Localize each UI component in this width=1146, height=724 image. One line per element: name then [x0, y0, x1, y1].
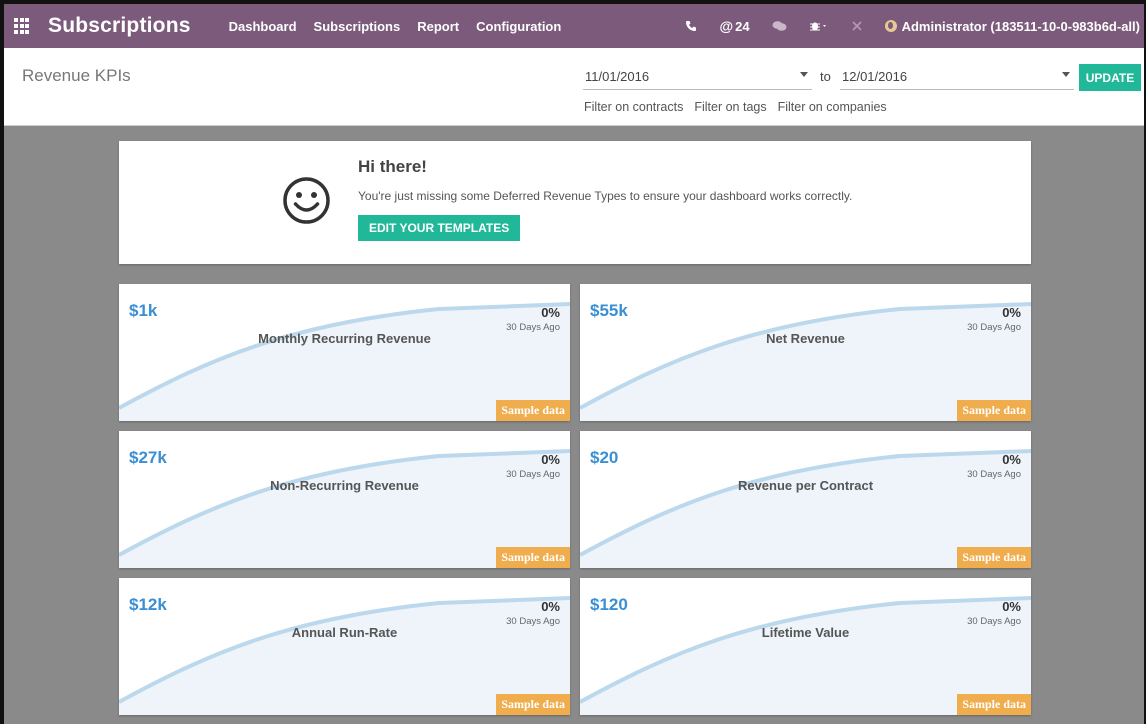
user-name: Administrator (183511-10-0-983b6d-all): [901, 18, 1140, 34]
menu-configuration[interactable]: Configuration: [476, 19, 561, 34]
kpi-period: 30 Days Ago: [506, 322, 560, 333]
sample-data-badge: Sample data: [957, 694, 1031, 715]
chevron-down-icon: [1062, 72, 1070, 77]
kpi-name: Lifetime Value: [761, 625, 850, 640]
menu-dashboard[interactable]: Dashboard: [229, 19, 297, 34]
kpi-percent: 0%: [1002, 305, 1021, 320]
mention-counter: 24: [735, 18, 750, 34]
edit-templates-button[interactable]: EDIT YOUR TEMPLATES: [358, 215, 521, 241]
tools-icon[interactable]: [851, 20, 863, 32]
at-sign-icon: @: [719, 18, 734, 34]
greeting-message: You're just missing some Deferred Revenu…: [358, 189, 853, 203]
to-label: to: [820, 69, 831, 84]
kpi-period: 30 Days Ago: [506, 616, 560, 627]
kpi-name: Monthly Recurring Revenue: [258, 331, 431, 346]
date-from-value: 11/01/2016: [585, 69, 650, 84]
control-panel: Revenue KPIs 11/01/2016 to 12/01/2016 UP…: [4, 48, 1144, 126]
filter-links: Filter on contracts Filter on tags Filte…: [584, 100, 898, 114]
app-brand: Subscriptions: [48, 14, 191, 37]
kpi-value: $55k: [590, 301, 628, 320]
kpi-percent: 0%: [1002, 599, 1021, 614]
kpi-card-lifetime-value[interactable]: $120 Lifetime Value 0% 30 Days Ago Sampl…: [580, 578, 1031, 715]
dashboard-area: Hi there! You're just missing some Defer…: [4, 126, 1144, 724]
setup-warning-card: Hi there! You're just missing some Defer…: [119, 141, 1031, 264]
kpi-card-monthly-recurring-revenue[interactable]: $1k Monthly Recurring Revenue 0% 30 Days…: [119, 284, 570, 421]
kpi-value: $27k: [129, 448, 167, 467]
bug-icon[interactable]: [809, 20, 829, 32]
mentions-indicator[interactable]: @ 24: [719, 18, 749, 34]
smiley-icon: [283, 177, 330, 224]
date-to-select[interactable]: 12/01/2016: [840, 68, 1074, 90]
kpi-period: 30 Days Ago: [967, 616, 1021, 627]
kpi-percent: 0%: [541, 452, 560, 467]
chat-bubbles-icon[interactable]: [772, 20, 787, 32]
filter-contracts-link[interactable]: Filter on contracts: [584, 100, 683, 114]
kpi-card-net-revenue[interactable]: $55k Net Revenue 0% 30 Days Ago Sample d…: [580, 284, 1031, 421]
chevron-down-icon: [800, 72, 808, 77]
sample-data-badge: Sample data: [496, 694, 570, 715]
filter-companies-link[interactable]: Filter on companies: [778, 100, 887, 114]
kpi-period: 30 Days Ago: [967, 322, 1021, 333]
apps-grid-icon[interactable]: [14, 18, 30, 34]
user-menu[interactable]: Administrator (183511-10-0-983b6d-all): [884, 18, 1140, 34]
date-from-select[interactable]: 11/01/2016: [583, 68, 812, 90]
kpi-period: 30 Days Ago: [506, 469, 560, 480]
update-button[interactable]: UPDATE: [1079, 64, 1141, 91]
sample-data-badge: Sample data: [957, 547, 1031, 568]
kpi-value: $1k: [129, 301, 158, 320]
kpi-name: Annual Run-Rate: [291, 625, 398, 640]
navbar-systray: @ 24 Administrator (183511-10-0-983b6d-a…: [685, 4, 1140, 48]
sample-data-badge: Sample data: [496, 400, 570, 421]
date-to-value: 12/01/2016: [842, 69, 908, 84]
menu-report[interactable]: Report: [417, 19, 459, 34]
page-title: Revenue KPIs: [22, 66, 131, 85]
phone-icon[interactable]: [685, 20, 697, 32]
kpi-card-revenue-per-contract[interactable]: $20 Revenue per Contract 0% 30 Days Ago …: [580, 431, 1031, 568]
sample-data-badge: Sample data: [957, 400, 1031, 421]
kpi-value: $120: [590, 595, 628, 614]
kpi-value: $20: [590, 448, 619, 467]
kpi-percent: 0%: [541, 305, 560, 320]
kpi-value: $12k: [129, 595, 167, 614]
kpi-percent: 0%: [541, 599, 560, 614]
kpi-period: 30 Days Ago: [967, 469, 1021, 480]
kpi-card-annual-run-rate[interactable]: $12k Annual Run-Rate 0% 30 Days Ago Samp…: [119, 578, 570, 715]
kpi-name: Revenue per Contract: [737, 478, 874, 493]
filter-tags-link[interactable]: Filter on tags: [694, 100, 766, 114]
globe-icon: [884, 20, 897, 32]
top-navbar: Subscriptions Dashboard Subscriptions Re…: [4, 4, 1144, 48]
kpi-card-non-recurring-revenue[interactable]: $27k Non-Recurring Revenue 0% 30 Days Ag…: [119, 431, 570, 568]
sample-data-badge: Sample data: [496, 547, 570, 568]
kpi-name: Net Revenue: [766, 331, 845, 346]
greeting-title: Hi there!: [358, 157, 427, 176]
menu-subscriptions[interactable]: Subscriptions: [314, 19, 401, 34]
kpi-name: Non-Recurring Revenue: [270, 478, 419, 493]
kpi-percent: 0%: [1002, 452, 1021, 467]
